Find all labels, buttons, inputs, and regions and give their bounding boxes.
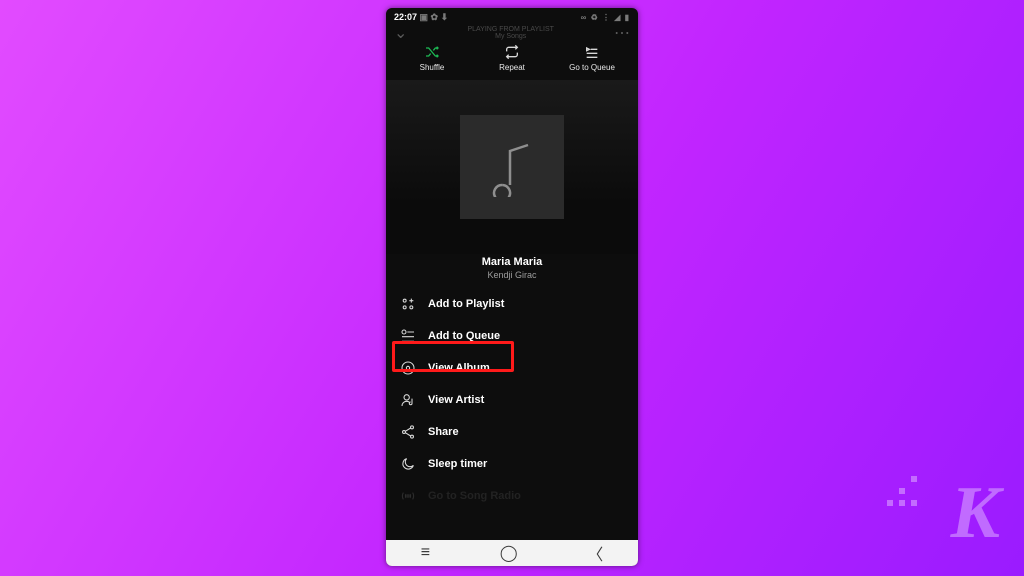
sleep-timer-item[interactable]: Sleep timer bbox=[386, 448, 638, 480]
share-item[interactable]: Share bbox=[386, 416, 638, 448]
track-title: Maria Maria bbox=[386, 256, 638, 268]
share-icon bbox=[400, 424, 416, 440]
view-album-label: View Album bbox=[428, 362, 490, 374]
phone-frame: 22:07 ▣ ✿ ⬇ ∞ ♻ ⋮ ◢ ▮ ⌄ PLAYING FROM PLA… bbox=[386, 8, 638, 566]
queue-add-icon bbox=[400, 328, 416, 344]
status-icons-right: ∞ ♻ ⋮ ◢ ▮ bbox=[581, 13, 630, 22]
status-time: 22:07 ▣ ✿ ⬇ bbox=[394, 12, 448, 23]
repeat-label: Repeat bbox=[499, 63, 525, 72]
moon-icon bbox=[400, 456, 416, 472]
album-icon bbox=[400, 360, 416, 376]
status-bar: 22:07 ▣ ✿ ⬇ ∞ ♻ ⋮ ◢ ▮ bbox=[386, 8, 638, 26]
queue-label: Go to Queue bbox=[569, 63, 615, 72]
add-to-playlist-item[interactable]: Add to Playlist bbox=[386, 288, 638, 320]
artist-icon bbox=[400, 392, 416, 408]
playlist-add-icon bbox=[400, 296, 416, 312]
go-to-queue-button[interactable]: Go to Queue bbox=[561, 44, 623, 72]
view-artist-label: View Artist bbox=[428, 394, 484, 406]
header-subtitle: PLAYING FROM PLAYLIST My Songs bbox=[407, 26, 614, 40]
add-to-queue-item[interactable]: Add to Queue bbox=[386, 320, 638, 352]
repeat-button[interactable]: Repeat bbox=[481, 44, 543, 72]
brand-dots bbox=[887, 476, 919, 508]
app-background: 22:07 ▣ ✿ ⬇ ∞ ♻ ⋮ ◢ ▮ ⌄ PLAYING FROM PLA… bbox=[0, 0, 1024, 576]
sleep-timer-label: Sleep timer bbox=[428, 458, 487, 470]
repeat-icon bbox=[504, 44, 520, 60]
playback-actions: Shuffle Repeat Go to Queue bbox=[386, 44, 638, 80]
shuffle-icon bbox=[424, 44, 440, 60]
radio-icon bbox=[400, 488, 416, 504]
shuffle-label: Shuffle bbox=[420, 63, 445, 72]
music-note-icon bbox=[482, 137, 542, 197]
share-label: Share bbox=[428, 426, 459, 438]
track-artist: Kendji Girac bbox=[386, 270, 638, 280]
context-menu: Add to Playlist Add to Queue View Album … bbox=[386, 288, 638, 504]
header-row: ⌄ PLAYING FROM PLAYLIST My Songs ⋯ bbox=[386, 26, 638, 40]
add-to-playlist-label: Add to Playlist bbox=[428, 298, 504, 310]
add-to-queue-label: Add to Queue bbox=[428, 330, 500, 342]
view-artist-item[interactable]: View Artist bbox=[386, 384, 638, 416]
nav-recents-button[interactable]: ≡ bbox=[421, 544, 430, 562]
nav-back-button[interactable]: 〈 bbox=[587, 541, 603, 565]
brand-logo: K bbox=[951, 476, 1000, 550]
song-radio-item[interactable]: Go to Song Radio bbox=[386, 480, 638, 504]
song-radio-label: Go to Song Radio bbox=[428, 490, 521, 502]
queue-icon bbox=[584, 44, 600, 60]
album-art-placeholder bbox=[460, 115, 564, 219]
nav-home-button[interactable]: ◯ bbox=[500, 543, 518, 563]
more-icon[interactable]: ⋯ bbox=[614, 23, 630, 43]
track-info: Maria Maria Kendji Girac bbox=[386, 256, 638, 280]
view-album-item[interactable]: View Album bbox=[386, 352, 638, 384]
album-art-area bbox=[386, 80, 638, 254]
shuffle-button[interactable]: Shuffle bbox=[401, 44, 463, 72]
chevron-down-icon[interactable]: ⌄ bbox=[394, 23, 407, 43]
android-nav-bar: ≡ ◯ 〈 bbox=[386, 540, 638, 566]
